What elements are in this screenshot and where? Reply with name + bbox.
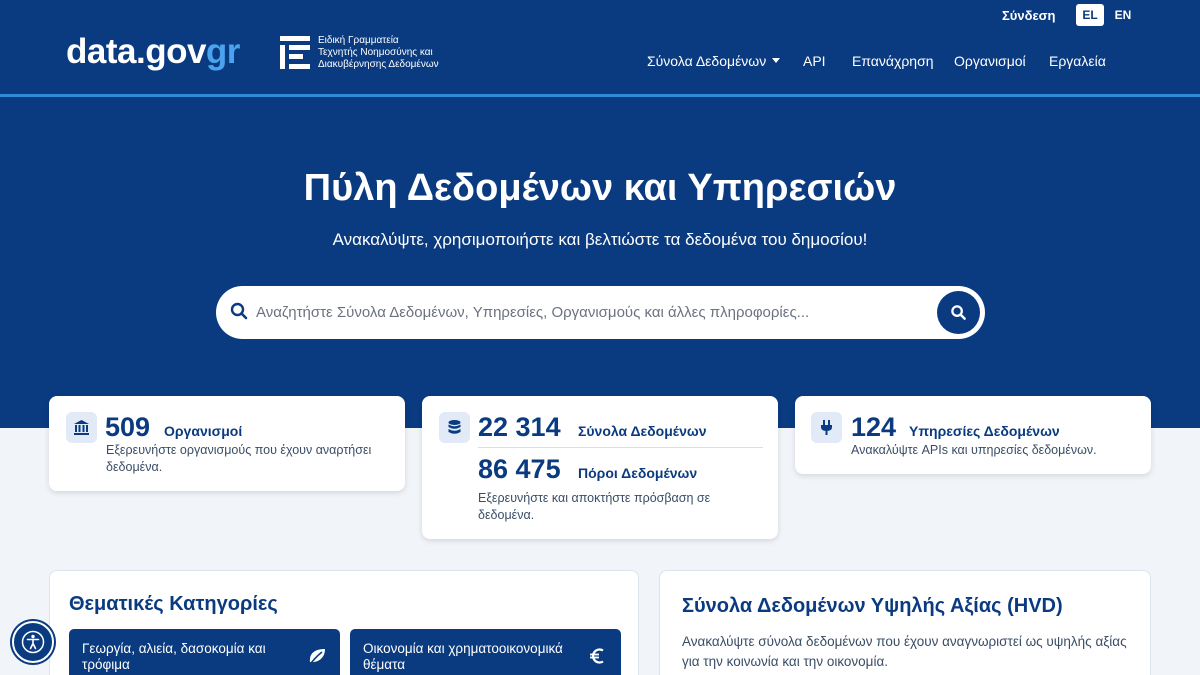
search-button[interactable] — [937, 291, 980, 334]
nav-api[interactable]: API — [803, 53, 826, 69]
agency-name: Ειδική Γραμματεία Τεχνητής Νοημοσύνης κα… — [318, 35, 439, 70]
organizations-count: 509 — [105, 412, 151, 442]
euro-icon — [590, 648, 604, 664]
resources-description: Εξερευνήστε και αποκτήστε πρόσβαση σε δε… — [478, 491, 711, 522]
language-en-button[interactable]: EN — [1110, 4, 1136, 26]
organizations-label: Οργανισμοί — [164, 423, 243, 439]
hero-section: Πύλη Δεδομένων και Υπηρεσιών Ανακαλύψτε,… — [0, 97, 1200, 428]
database-icon — [439, 412, 470, 443]
search-icon — [951, 305, 966, 320]
services-count: 124 — [851, 412, 897, 442]
chevron-down-icon — [772, 57, 781, 63]
nav-organizations[interactable]: Οργανισμοί — [954, 53, 1026, 69]
page-title: Πύλη Δεδομένων και Υπηρεσιών — [303, 167, 897, 209]
plug-icon — [811, 412, 842, 443]
services-label: Υπηρεσίες Δεδομένων — [909, 423, 1060, 439]
agency-logo-icon — [280, 36, 310, 69]
accessibility-icon — [21, 630, 45, 654]
categories-title: Θεματικές Κατηγορίες — [69, 593, 278, 615]
datasets-stat-card[interactable]: 22 314 Σύνολα Δεδομένων 86 475 Πόροι Δεδ… — [422, 396, 778, 539]
organizations-stat-card[interactable]: 509 Οργανισμοί Εξερευνήστε οργανισμούς π… — [49, 396, 405, 491]
hvd-title[interactable]: Σύνολα Δεδομένων Υψηλής Αξίας (HVD) — [682, 595, 1063, 618]
organizations-description: Εξερευνήστε οργανισμούς που έχουν αναρτή… — [106, 443, 372, 474]
search-bar — [216, 286, 985, 339]
category-economy[interactable]: Οικονομία και χρηματοοικονομικά θέματα — [350, 629, 621, 675]
datasets-label: Σύνολα Δεδομένων — [578, 423, 707, 439]
services-stat-card[interactable]: 124 Υπηρεσίες Δεδομένων Ανακαλύψτε APIs … — [795, 396, 1151, 474]
building-icon — [66, 412, 97, 443]
services-description: Ανακαλύψτε APIs και υπηρεσίες δεδομένων. — [851, 443, 1097, 457]
nav-datasets-dropdown[interactable]: Σύνολα Δεδομένων — [647, 53, 781, 69]
site-logo[interactable]: data.govgr — [66, 32, 240, 72]
nav-reuse[interactable]: Επανάχρηση — [852, 53, 934, 69]
category-label: Γεωργία, αλιεία, δασοκομία και τρόφιμα — [82, 641, 266, 672]
hero-subtitle: Ανακαλύψτε, χρησιμοποιήστε και βελτιώστε… — [332, 230, 868, 249]
datasets-count: 22 314 — [478, 412, 561, 442]
nav-tools[interactable]: Εργαλεία — [1049, 53, 1106, 69]
language-el-button[interactable]: EL — [1076, 4, 1104, 26]
resources-count: 86 475 — [478, 454, 561, 484]
category-agriculture[interactable]: Γεωργία, αλιεία, δασοκομία και τρόφιμα — [69, 629, 340, 675]
hvd-description: Ανακαλύψτε σύνολα δεδομένων που έχουν αν… — [682, 634, 1127, 669]
resources-label: Πόροι Δεδομένων — [578, 465, 698, 481]
login-link[interactable]: Σύνδεση — [1002, 8, 1056, 23]
category-label: Οικονομία και χρηματοοικονομικά θέματα — [363, 641, 563, 672]
accessibility-button[interactable] — [12, 621, 54, 663]
search-input[interactable] — [256, 286, 936, 339]
hvd-panel: Σύνολα Δεδομένων Υψηλής Αξίας (HVD) Ανακ… — [659, 570, 1151, 675]
leaf-icon — [308, 649, 325, 667]
stat-divider — [478, 447, 763, 448]
categories-panel: Θεματικές Κατηγορίες Γεωργία, αλιεία, δα… — [49, 570, 639, 675]
site-header: data.govgr Ειδική Γραμματεία Τεχνητής Νο… — [0, 0, 1200, 97]
search-icon — [230, 302, 248, 320]
